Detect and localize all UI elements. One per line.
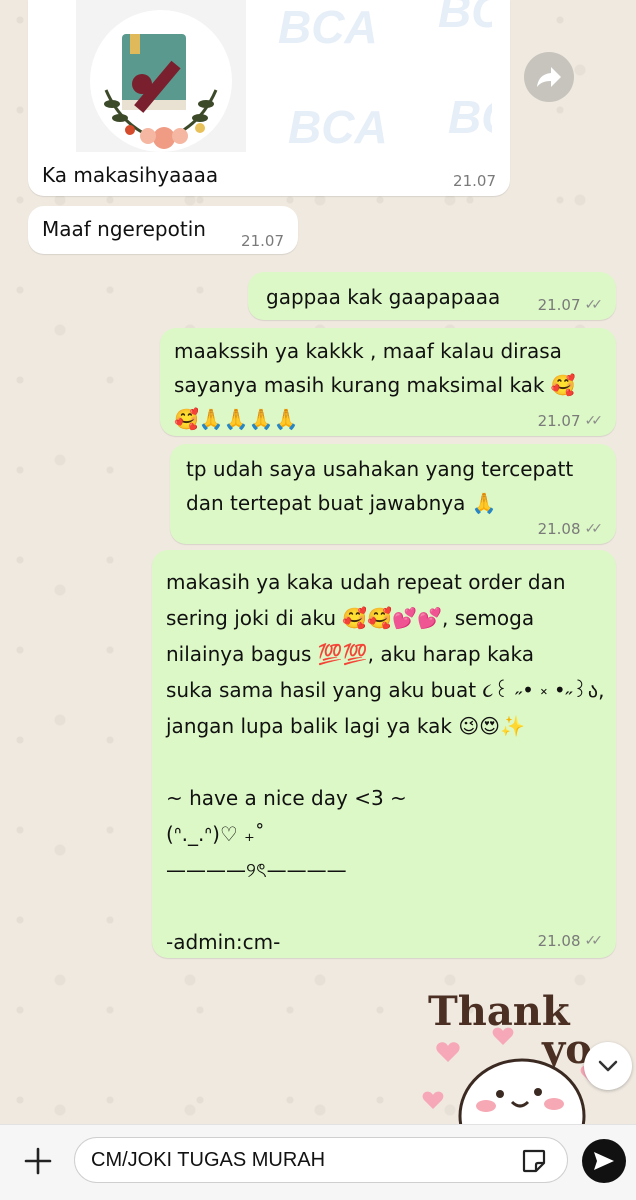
message-meta: 21.07 ✓✓ xyxy=(537,296,604,314)
outgoing-message[interactable]: makasih ya kaka udah repeat order dan se… xyxy=(152,550,616,958)
outgoing-message[interactable]: gappaa kak gaapapaaa 21.07 ✓✓ xyxy=(248,272,616,320)
watermark-text: BCA xyxy=(438,0,492,37)
chevron-down-icon xyxy=(598,1060,618,1072)
message-input[interactable] xyxy=(74,1137,568,1183)
message-text: maakssih ya kakkk , maaf kalau dirasa sa… xyxy=(174,339,576,431)
message-meta: 21.08 ✓✓ xyxy=(537,520,604,538)
send-button[interactable] xyxy=(582,1139,626,1183)
outgoing-message[interactable]: tp udah saya usahakan yang tercepatt dan… xyxy=(170,444,616,544)
message-time: 21.08 xyxy=(537,520,581,538)
message-text: Maaf ngerepotin xyxy=(42,217,206,241)
plus-icon xyxy=(24,1147,52,1175)
message-text: Ka makasihyaaaa xyxy=(42,163,219,187)
scroll-to-bottom-button[interactable] xyxy=(584,1042,632,1090)
message-time: 21.07 xyxy=(453,172,496,190)
outgoing-message[interactable]: maakssih ya kakkk , maaf kalau dirasa sa… xyxy=(160,328,616,436)
double-check-icon: ✓✓ xyxy=(584,413,604,429)
message-time: 21.07 xyxy=(241,232,284,250)
attach-button[interactable] xyxy=(18,1141,58,1181)
image-attachment[interactable]: BCA BCA BCA BCA xyxy=(48,0,492,152)
double-check-icon: ✓✓ xyxy=(584,297,604,313)
watermark-text: BCA xyxy=(448,91,492,143)
watermark-text: BCA xyxy=(288,101,388,152)
message-text: makasih ya kaka udah repeat order dan se… xyxy=(166,570,605,954)
watermark-text: BCA xyxy=(278,1,378,53)
forward-icon xyxy=(537,67,561,87)
image-message[interactable]: BCA BCA BCA BCA xyxy=(28,0,510,196)
message-text: tp udah saya usahakan yang tercepatt dan… xyxy=(186,457,574,515)
book-pencil-icon xyxy=(104,34,218,149)
sticker-button[interactable] xyxy=(520,1147,548,1175)
message-text: gappaa kak gaapapaaa xyxy=(266,285,501,309)
double-check-icon: ✓✓ xyxy=(584,933,604,949)
message-composer xyxy=(0,1124,636,1200)
send-icon xyxy=(594,1152,614,1170)
message-time: 21.07 xyxy=(537,296,581,314)
incoming-message[interactable]: Maaf ngerepotin 21.07 xyxy=(28,206,298,254)
message-meta: 21.07 xyxy=(453,172,496,190)
message-time: 21.07 xyxy=(537,412,581,430)
message-meta: 21.08 ✓✓ xyxy=(537,932,604,950)
double-check-icon: ✓✓ xyxy=(584,521,604,537)
sticker-icon xyxy=(522,1149,546,1173)
shop-logo xyxy=(76,0,246,152)
message-meta: 21.07 xyxy=(241,232,284,250)
message-time: 21.08 xyxy=(537,932,581,950)
forward-button[interactable] xyxy=(524,52,574,102)
message-meta: 21.07 ✓✓ xyxy=(537,412,604,430)
